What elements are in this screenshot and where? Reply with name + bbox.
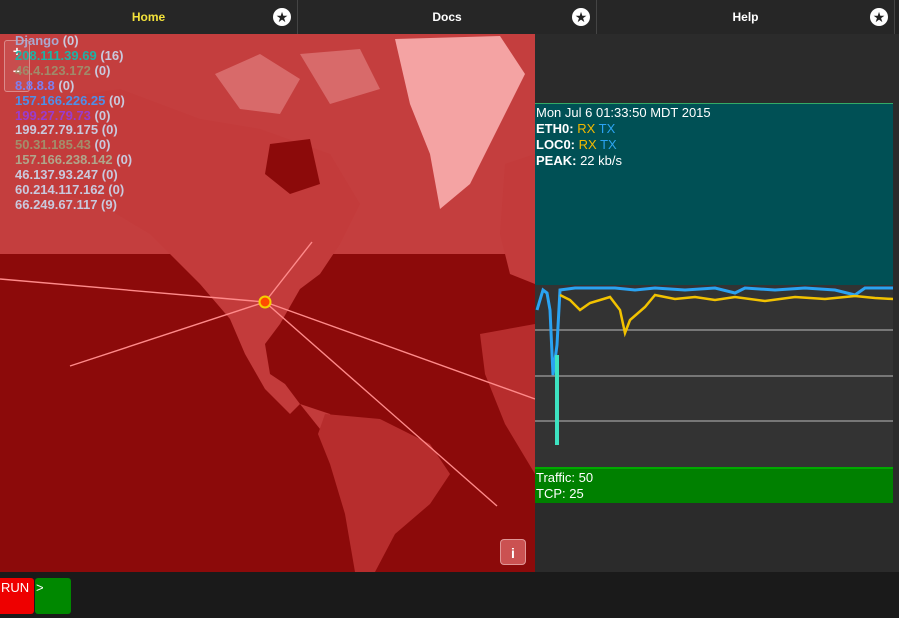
host-address: 208.111.39.69 [15,47,97,63]
traffic-stats: Traffic: 50 TCP: 25 [535,467,893,503]
network-panel: Mon Jul 6 01:33:50 MDT 2015 ETH0: RX TX … [535,34,899,572]
world-map[interactable]: + − Django (0) 208.111.39.69 (16) 46.4.123… [0,34,535,572]
location-marker [258,295,272,309]
host-address: 199.27.79.175 [15,122,99,138]
traffic-label: Traffic: 50 [536,470,594,485]
host-row[interactable]: 60.214.117.162 (0) [15,182,132,198]
tab-help-label: Help [732,10,759,24]
tcp-label: TCP: 25 [536,486,584,501]
host-address: 60.214.117.162 [15,182,105,198]
rx-series-line [559,293,894,338]
peak-row: PEAK: 22 kb/s [536,153,622,168]
host-count: (0) [94,107,111,123]
info-button[interactable]: i [500,539,526,565]
host-row[interactable]: 157.166.226.25 (0) [15,92,132,109]
loc0-rx-label: RX [578,137,597,152]
run-button-label: RUN [1,580,30,595]
network-status: Mon Jul 6 01:33:50 MDT 2015 ETH0: RX TX … [535,103,893,286]
host-count: (0) [62,34,79,48]
eth0-rx-label: RX [577,121,596,136]
traffic-graph [535,285,894,467]
star-icon[interactable]: ★ [273,8,291,26]
host-address: 46.4.123.172 [15,62,91,78]
host-row[interactable]: 50.31.185.43 (0) [15,137,132,153]
activity-bar [555,355,559,445]
host-address: 157.166.226.25 [15,92,106,108]
host-count: (0) [116,152,133,168]
host-count: (16) [100,47,124,63]
host-row[interactable]: 157.166.238.142 (0) [15,152,133,168]
prompt-button-label: > [36,580,44,595]
tab-docs-label: Docs [432,10,462,24]
host-address: 8.8.8.8 [15,77,55,93]
star-icon[interactable]: ★ [572,8,590,26]
star-icon[interactable]: ★ [870,8,888,26]
host-count: (0) [108,182,125,198]
eth0-tx-label: TX [598,121,616,136]
host-address: Django [15,34,60,48]
host-list: Django (0) 208.111.39.69 (16) 46.4.123.172… [15,34,132,213]
host-count: (0) [101,122,118,138]
graph-canvas [535,286,894,445]
host-row[interactable]: Django (0) [15,34,132,49]
host-row[interactable]: 66.249.67.117 (9) [15,196,132,213]
host-address: 50.31.185.43 [15,137,91,153]
peak-value: 22 kb/s [580,153,622,168]
eth0-label: ETH0: [536,121,574,136]
host-count: (0) [101,167,118,183]
host-address: 157.166.238.142 [15,152,113,168]
loc0-row: LOC0: RX TX [536,137,617,152]
command-bar: RUN > [0,572,899,618]
host-count: (0) [94,62,111,78]
tab-home-label: Home [131,10,166,24]
host-address: 46.137.93.247 [15,167,99,183]
host-count: (0) [109,92,125,108]
host-count: (0) [94,137,111,153]
host-row[interactable]: 8.8.8.8 (0) [15,77,132,94]
host-row[interactable]: 199.27.79.175 (0) [15,122,132,138]
tab-home[interactable]: Home ★ [0,0,298,34]
timestamp: Mon Jul 6 01:33:50 MDT 2015 [536,105,711,120]
host-row[interactable]: 46.4.123.172 (0) [15,62,132,79]
host-row[interactable]: 208.111.39.69 (16) [15,47,132,64]
host-row[interactable]: 199.27.79.73 (0) [15,107,132,124]
peak-label: PEAK: [536,153,577,168]
host-address: 66.249.67.117 [15,196,98,212]
host-count: (9) [101,196,117,212]
prompt-button[interactable]: > [35,578,71,614]
tab-docs[interactable]: Docs ★ [298,0,597,34]
eth0-row: ETH0: RX TX [536,121,615,136]
tab-bar: Home ★ Docs ★ Help ★ [0,0,899,35]
host-row[interactable]: 46.137.93.247 (0) [15,167,132,183]
host-count: (0) [58,77,75,93]
host-address: 199.27.79.73 [15,107,91,123]
loc0-tx-label: TX [600,137,617,152]
loc0-label: LOC0: [536,137,575,152]
tab-help[interactable]: Help ★ [597,0,895,34]
run-button[interactable]: RUN [0,578,34,614]
